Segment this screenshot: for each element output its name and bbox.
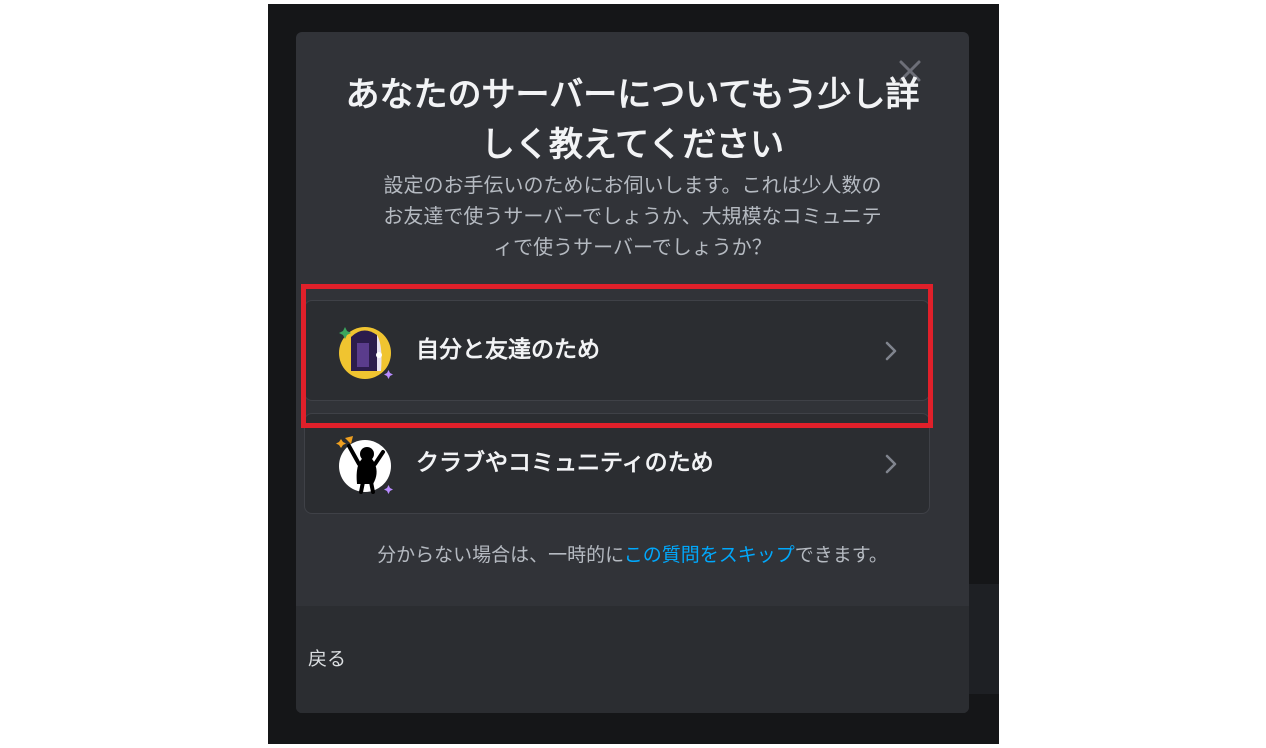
chevron-right-icon xyxy=(885,341,897,361)
option-me-and-friends[interactable]: 自分と友達のため xyxy=(304,300,930,401)
server-purpose-modal: あなたのサーバーについてもう少し詳 しく教えてください 設定のお手伝いのためにお… xyxy=(296,32,969,713)
description-line-2: お友達で使うサーバーでしょうか、大規模なコミュニテ xyxy=(383,204,882,228)
option-club-or-community[interactable]: クラブやコミュニティのため xyxy=(304,413,930,514)
option-label: 自分と友達のため xyxy=(416,337,600,363)
back-button[interactable]: 戻る xyxy=(308,644,346,671)
cheering-figure-icon xyxy=(336,436,393,494)
description-line-3: ィで使うサーバーでしょうか？ xyxy=(493,235,772,259)
modal-footer: 戻る xyxy=(296,606,969,713)
modal-description: 設定のお手伝いのためにお伺いします。これは少人数の お友達で使うサーバーでしょう… xyxy=(296,170,969,263)
modal-title-line-2: しく教えてください xyxy=(480,125,785,165)
chevron-right-icon xyxy=(885,454,897,474)
skip-hint: 分からない場合は、一時的にこの質問をスキップできます。 xyxy=(296,540,969,570)
skip-hint-suffix: できます。 xyxy=(794,544,888,566)
description-line-1: 設定のお手伝いのためにお伺いします。これは少人数の xyxy=(383,173,882,197)
skip-question-link[interactable]: この質問をスキップ xyxy=(624,544,795,566)
door-moon-icon xyxy=(339,327,393,379)
modal-title: あなたのサーバーについてもう少し詳 しく教えてください xyxy=(296,70,969,170)
modal-title-line-1: あなたのサーバーについてもう少し詳 xyxy=(345,75,920,115)
option-label: クラブやコミュニティのため xyxy=(416,450,714,476)
skip-hint-prefix: 分からない場合は、一時的に xyxy=(377,544,624,566)
